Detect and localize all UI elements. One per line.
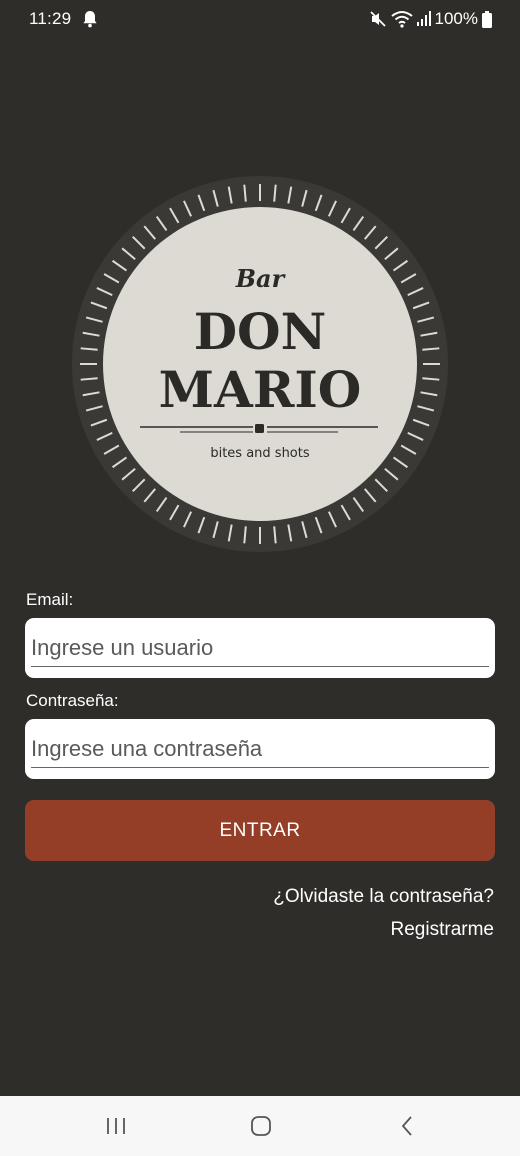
email-field[interactable]: [31, 630, 489, 667]
email-field-container: [25, 618, 495, 678]
bar-logo: Bar DON MARIO bites and shots: [70, 174, 450, 554]
recent-apps-icon[interactable]: [96, 1110, 136, 1142]
password-field[interactable]: [31, 731, 489, 768]
back-icon[interactable]: [387, 1110, 427, 1142]
status-time: 11:29: [29, 9, 72, 28]
logo-line1: DON: [194, 302, 327, 361]
battery-percent: 100%: [434, 9, 478, 28]
status-icons: 100%: [369, 9, 492, 29]
login-button[interactable]: ENTRAR: [25, 800, 495, 861]
logo-line2: MARIO: [159, 360, 362, 419]
email-label: Email:: [26, 590, 74, 609]
bell-icon: [82, 10, 98, 33]
wifi-icon: [390, 10, 413, 28]
navigation-bar: [0, 1096, 520, 1156]
battery-icon: [482, 10, 492, 28]
password-label: Contraseña:: [26, 691, 119, 710]
logo-small-text: Bar: [235, 264, 287, 293]
password-field-container: [25, 719, 495, 779]
status-bar: 11:29 100%: [0, 0, 520, 38]
logo-tagline: bites and shots: [210, 446, 310, 461]
forgot-password-link[interactable]: ¿Olvidaste la contraseña?: [273, 886, 494, 908]
register-link[interactable]: Registrarme: [391, 919, 494, 941]
signal-icon: [416, 11, 431, 27]
home-icon[interactable]: [241, 1110, 281, 1142]
mute-icon: [369, 10, 387, 28]
